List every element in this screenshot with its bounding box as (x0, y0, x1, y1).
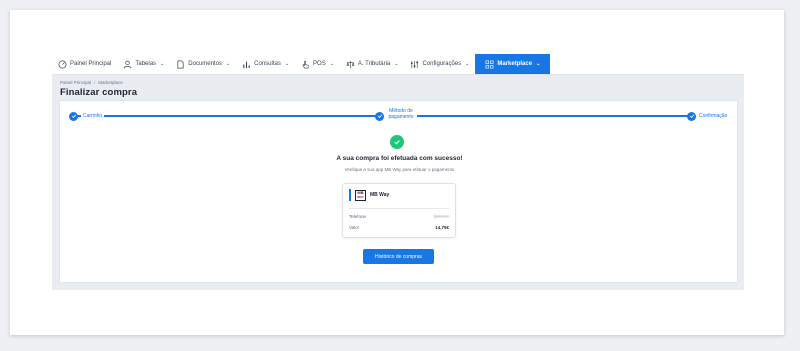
mbway-logo-icon: MB WAY (355, 189, 366, 201)
nav-label: A. Tributária (357, 61, 391, 67)
bar-chart-icon (242, 60, 251, 69)
nav-label: Documentos (188, 61, 222, 67)
step-label-metodo-pagamento: Método de pagamento (385, 108, 417, 120)
step-connector (387, 115, 690, 117)
payment-summary-box: MB WAY MB Way Telefone 9•••••••• Valor 1… (342, 183, 456, 238)
nav-label: Consultas (254, 61, 281, 67)
chevron-down-icon: ⌄ (329, 61, 334, 67)
purchase-history-button[interactable]: Histórico de compras (363, 249, 434, 264)
phone-row: Telefone 9•••••••• (349, 214, 449, 219)
step-connector (75, 115, 380, 117)
nav-item-consultas[interactable]: Consultas ⌄ (236, 54, 295, 74)
dashboard-icon (58, 60, 67, 69)
step-check-icon (687, 111, 696, 121)
chevron-down-icon: ⌄ (284, 61, 290, 67)
checkout-card: Carrinho Método de pagamento Confirmação… (59, 100, 738, 283)
users-icon (123, 60, 132, 69)
payment-method-header: MB WAY MB Way (349, 189, 389, 201)
nav-item-a-tributaria[interactable]: A. Tributária ⌄ (340, 54, 405, 74)
phone-value: 9•••••••• (433, 214, 449, 219)
nav-item-documentos[interactable]: Documentos ⌄ (170, 54, 236, 74)
step-check-icon (375, 111, 384, 121)
sliders-icon (410, 60, 419, 69)
amount-row: Valor 14,75€ (349, 225, 449, 230)
success-title: A sua compra foi efetuada com sucesso! (336, 155, 463, 162)
step-label-confirmacao: Confirmação (697, 113, 730, 119)
nav-label: Painel Principal (70, 61, 112, 67)
accent-bar (349, 189, 351, 201)
success-subtitle: Verifique a sua app MB Way para efetuar … (344, 167, 455, 172)
nav-label: POS (313, 61, 326, 67)
nav-item-marketplace[interactable]: Marketplace ⌄ (475, 54, 551, 74)
step-label-carrinho: Carrinho (81, 113, 105, 119)
amount-value: 14,75€ (435, 225, 449, 230)
breadcrumb-item-home[interactable]: Painel Principal (60, 80, 91, 85)
chevron-down-icon: ⌄ (160, 61, 165, 67)
mbway-logo-subtext: WAY (357, 195, 364, 199)
divider (349, 208, 449, 209)
nav-item-painel-principal[interactable]: Painel Principal (52, 54, 117, 74)
phone-label: Telefone (349, 214, 367, 219)
nav-item-tabelas[interactable]: Tabelas ⌄ (117, 54, 170, 74)
chevron-down-icon: ⌄ (465, 61, 470, 67)
page-header: Painel Principal / Marketplace Finalizar… (60, 80, 137, 98)
top-navigation: Painel Principal Tabelas ⌄ Documentos ⌄ … (52, 54, 744, 75)
check-circle-icon (390, 135, 404, 149)
nav-item-pos[interactable]: POS ⌄ (295, 54, 340, 74)
document-icon (176, 60, 185, 69)
nav-label: Marketplace (497, 61, 533, 67)
app-window: Painel Principal Tabelas ⌄ Documentos ⌄ … (52, 54, 744, 290)
hand-pointer-icon (301, 60, 310, 69)
marketplace-icon (485, 60, 494, 69)
chevron-down-icon: ⌄ (536, 61, 541, 67)
step-check-icon (69, 111, 78, 121)
breadcrumb-separator: / (94, 80, 96, 85)
tax-icon (346, 60, 355, 69)
chevron-down-icon: ⌄ (225, 61, 231, 67)
amount-label: Valor (349, 225, 360, 230)
breadcrumb: Painel Principal / Marketplace (60, 80, 137, 85)
chevron-down-icon: ⌄ (394, 61, 399, 67)
nav-label: Configurações (422, 61, 462, 67)
payment-method-name: MB Way (370, 192, 390, 198)
breadcrumb-item-marketplace[interactable]: Marketplace (98, 80, 123, 85)
nav-item-configuracoes[interactable]: Configurações ⌄ (404, 54, 475, 74)
nav-label: Tabelas (135, 61, 157, 67)
page-title: Finalizar compra (60, 87, 138, 98)
checkout-stepper: Carrinho Método de pagamento Confirmação (60, 101, 739, 131)
